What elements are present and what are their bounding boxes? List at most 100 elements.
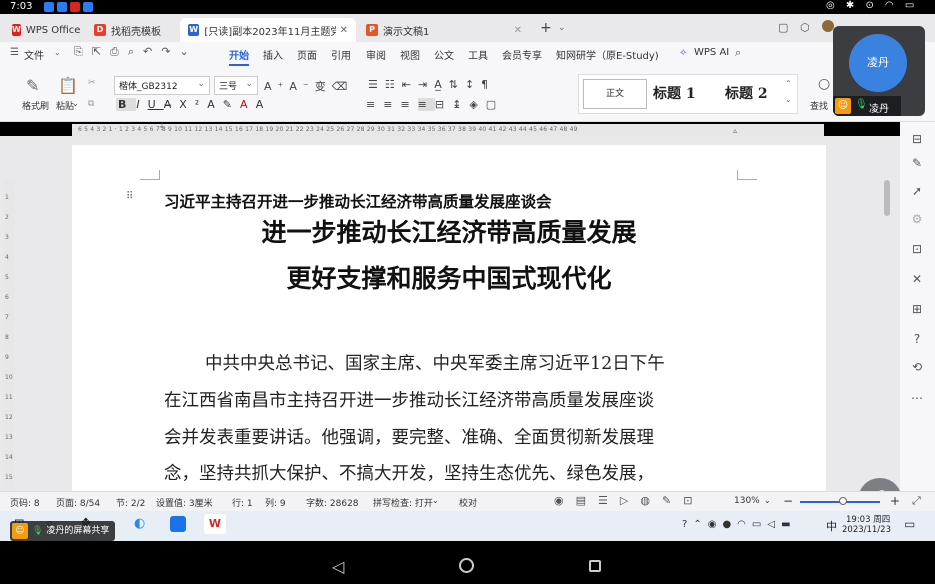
proofread-button[interactable]: 校对 bbox=[459, 496, 477, 509]
edit-icon[interactable]: ✎ bbox=[909, 156, 925, 172]
menu-item-review[interactable]: 审阅 bbox=[366, 47, 386, 62]
format-painter-icon[interactable]: ✎ bbox=[26, 76, 39, 95]
eye-icon[interactable]: ◉ bbox=[554, 494, 576, 507]
fullscreen-icon[interactable]: ⤢ bbox=[912, 494, 921, 508]
font-color-icon[interactable]: A bbox=[240, 98, 256, 111]
meeting-participant-card[interactable]: 凌丹 ☺ 🎙 凌丹 bbox=[833, 26, 925, 116]
doc-title-line2[interactable]: 更好支撑和服务中国式现代化 bbox=[72, 259, 826, 295]
help-icon[interactable]: ? bbox=[682, 519, 693, 530]
fit-page-icon[interactable]: ⊡ bbox=[683, 494, 704, 507]
bullet-list-icon[interactable]: ☰ bbox=[368, 78, 385, 91]
decrease-indent-icon[interactable]: ⇤ bbox=[402, 78, 418, 91]
paste-icon[interactable]: 📋 bbox=[58, 76, 78, 95]
select-cursor-icon[interactable]: ➚ bbox=[909, 184, 925, 200]
style-heading2[interactable]: 标题 2 bbox=[725, 83, 768, 103]
zoom-level-text[interactable]: 130% bbox=[734, 496, 760, 506]
outline-view-icon[interactable]: ☰ bbox=[598, 494, 620, 507]
show-marks-icon[interactable]: ¶ bbox=[481, 78, 495, 91]
new-tab-plus-icon[interactable]: + bbox=[540, 20, 552, 36]
document-page[interactable]: ⠿ 习近平主持召开进一步推动长江经济带高质量发展座谈会 进一步推动长江经济带高质… bbox=[72, 145, 826, 491]
underline-icon[interactable]: U bbox=[148, 98, 164, 111]
write-icon[interactable]: ✎ bbox=[662, 494, 683, 507]
menu-item-cnki[interactable]: 知网研学（原E-Study) bbox=[556, 47, 659, 62]
vertical-scrollbar[interactable] bbox=[884, 180, 890, 216]
menu-item-member[interactable]: 会员专享 bbox=[502, 47, 542, 62]
chevron-down-icon[interactable]: ⌄ bbox=[72, 99, 79, 108]
close-icon[interactable]: ✕ bbox=[340, 25, 348, 36]
menu-item-home[interactable]: 开始 bbox=[229, 47, 249, 66]
align-center-icon[interactable]: ≡ bbox=[383, 98, 400, 111]
home-icon[interactable] bbox=[459, 558, 474, 573]
tray-app-icon[interactable]: ● bbox=[722, 519, 737, 530]
meeting-app-icon[interactable] bbox=[170, 516, 186, 532]
ime-indicator[interactable]: 中 bbox=[826, 518, 837, 534]
highlight-icon[interactable]: ✎ bbox=[223, 98, 240, 111]
tools-icon[interactable]: ✕ bbox=[909, 272, 925, 288]
italic-icon[interactable]: I bbox=[136, 98, 147, 111]
save-icon[interactable]: ⎘ bbox=[74, 45, 83, 59]
doc-paragraph-line[interactable]: 念，坚持共抓大保护、不搞大开发，坚持生态优先、绿色发展， bbox=[164, 460, 654, 485]
adjust-icon[interactable]: ⚙ bbox=[909, 212, 925, 228]
text-effect-icon[interactable]: A bbox=[207, 98, 223, 111]
superscript-icon[interactable]: X² bbox=[179, 98, 207, 111]
tab-wps-office[interactable]: W WPS Office bbox=[4, 18, 86, 42]
tab-templates[interactable]: D 找稻壳模板 bbox=[86, 18, 178, 42]
justify-icon[interactable]: ≡ bbox=[417, 98, 435, 111]
font-family-select[interactable]: 楷体_GB2312 ⌄ bbox=[114, 76, 210, 95]
style-heading1[interactable]: 标题 1 bbox=[653, 83, 696, 103]
increase-font-icon[interactable]: A⁺ bbox=[264, 80, 289, 93]
cube-icon[interactable]: ⬡ bbox=[800, 21, 810, 34]
doc-paragraph-line[interactable]: 在江西省南昌市主持召开进一步推动长江经济带高质量发展座谈 bbox=[164, 387, 654, 412]
menu-item-page[interactable]: 页面 bbox=[297, 47, 317, 62]
line-spacing-icon[interactable]: ↨ bbox=[452, 98, 469, 111]
chevron-up-icon[interactable]: ⌃ bbox=[785, 79, 792, 88]
zoom-out-icon[interactable]: − bbox=[783, 494, 793, 508]
align-right-icon[interactable]: ≡ bbox=[400, 98, 417, 111]
chevron-down-icon[interactable]: ⌄ bbox=[432, 496, 439, 505]
doc-title-line1[interactable]: 进一步推动长江经济带高质量发展 bbox=[72, 213, 826, 249]
redo-icon[interactable]: ↷ bbox=[161, 45, 170, 59]
numbered-list-icon[interactable]: ☷ bbox=[385, 78, 402, 91]
style-normal[interactable]: 正文 bbox=[583, 79, 647, 109]
search-icon[interactable]: ⌕ bbox=[735, 46, 741, 60]
file-menu[interactable]: 文件 bbox=[24, 47, 44, 62]
help-icon[interactable]: ? bbox=[909, 332, 925, 348]
menu-item-wps-ai[interactable]: WPS AI bbox=[694, 47, 729, 58]
wifi-icon[interactable]: ◠ bbox=[737, 519, 752, 530]
indent-marker-icon[interactable]: ⏚ bbox=[158, 121, 166, 132]
image-tool-icon[interactable]: ⊡ bbox=[909, 242, 925, 258]
menu-lines-icon[interactable]: ☰ bbox=[10, 47, 19, 58]
format-painter-button[interactable]: 格式刷 bbox=[22, 99, 49, 112]
menu-item-view[interactable]: 视图 bbox=[400, 47, 420, 62]
distribute-icon[interactable]: ⊟ bbox=[435, 98, 452, 111]
vertical-ruler[interactable]: 1 2 3 4 5 6 7 8 9 10 11 12 13 14 15 bbox=[4, 180, 14, 491]
clear-format-icon[interactable]: ⌫ bbox=[332, 80, 354, 93]
spell-check-toggle[interactable]: 拼写检查: 打开 bbox=[373, 496, 433, 509]
phonetic-icon[interactable]: 变 bbox=[315, 80, 332, 93]
decrease-font-icon[interactable]: A⁻ bbox=[289, 80, 314, 93]
doc-paragraph-line[interactable]: 会并发表重要讲话。他强调，要完整、准确、全面贯彻新发展理 bbox=[164, 424, 654, 449]
zoom-in-icon[interactable]: + bbox=[890, 494, 900, 508]
doc-paragraph-line[interactable]: 中共中央总书记、国家主席、中央军委主席习近平12日下午 bbox=[205, 350, 665, 375]
zoom-slider-thumb[interactable] bbox=[839, 497, 847, 505]
chevron-down-icon[interactable]: ⌄ bbox=[785, 95, 792, 104]
volume-icon[interactable]: ◁ bbox=[767, 519, 781, 530]
drag-handle-icon[interactable]: ⠿ bbox=[126, 191, 133, 202]
export-icon[interactable]: ⇱ bbox=[92, 45, 101, 59]
border-icon[interactable]: ▢ bbox=[486, 98, 504, 111]
sync-icon[interactable]: ⟲ bbox=[909, 360, 925, 376]
shading-icon[interactable]: ◈ bbox=[469, 98, 485, 111]
more-icon[interactable]: … bbox=[909, 388, 925, 404]
bold-icon[interactable]: B bbox=[116, 98, 137, 111]
chevron-down-icon[interactable]: ⌄ bbox=[54, 48, 61, 57]
find-button[interactable]: 查找 bbox=[810, 99, 828, 112]
window-layout-icon[interactable]: ▢ bbox=[778, 21, 788, 34]
recents-icon[interactable] bbox=[589, 560, 601, 572]
back-icon[interactable]: ◁ bbox=[332, 557, 344, 576]
chevron-down-icon[interactable]: ⌄ bbox=[764, 496, 771, 505]
play-icon[interactable]: ▷ bbox=[620, 494, 640, 507]
book-icon[interactable]: ⊞ bbox=[909, 302, 925, 318]
menu-item-official[interactable]: 公文 bbox=[434, 47, 454, 62]
taskbar-clock[interactable]: 19:03 周四 bbox=[846, 513, 890, 525]
strikethrough-icon[interactable]: A̶ bbox=[164, 98, 180, 111]
